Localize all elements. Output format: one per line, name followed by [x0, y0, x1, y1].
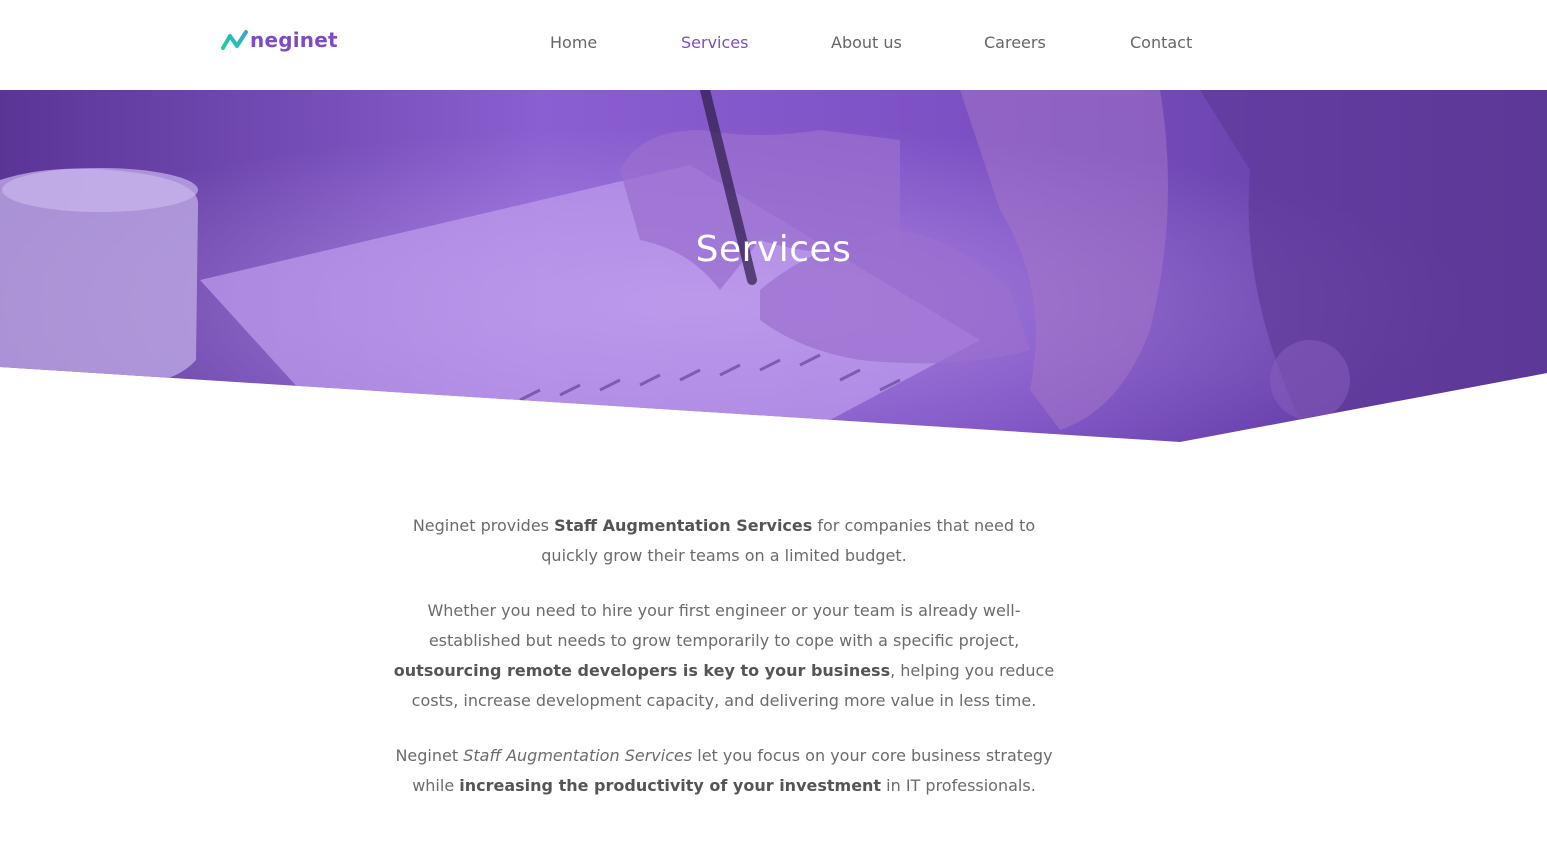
bold-text: increasing the productivity of your inve…	[459, 776, 882, 795]
site-header: neginet Home Services About us Careers C…	[0, 0, 1547, 90]
text-segment: in IT professionals.	[881, 776, 1036, 795]
text-segment: Whether you need to hire your first engi…	[427, 601, 1021, 650]
main-nav: Home Services About us Careers Contact	[0, 32, 1547, 54]
nav-item-services[interactable]: Services	[681, 32, 748, 54]
intro-paragraph-2: Whether you need to hire your first engi…	[393, 596, 1055, 716]
nav-item-careers[interactable]: Careers	[984, 32, 1046, 54]
text-segment: Neginet provides	[412, 516, 555, 535]
services-intro: Neginet provides Staff Augmentation Serv…	[393, 511, 1055, 826]
bold-text: outsourcing remote developers is key to …	[393, 661, 891, 680]
italic-text: Staff Augmentation Services	[463, 746, 693, 765]
hero-banner: Services	[0, 90, 1547, 445]
bold-text: Staff Augmentation Services	[554, 516, 813, 535]
intro-paragraph-3: Neginet Staff Augmentation Services let …	[393, 741, 1055, 801]
nav-item-about-us[interactable]: About us	[831, 32, 902, 54]
intro-paragraph-1: Neginet provides Staff Augmentation Serv…	[393, 511, 1055, 571]
nav-item-contact[interactable]: Contact	[1130, 32, 1192, 54]
page-title: Services	[695, 229, 852, 270]
text-segment: Neginet	[395, 746, 464, 765]
nav-item-home[interactable]: Home	[550, 32, 597, 54]
